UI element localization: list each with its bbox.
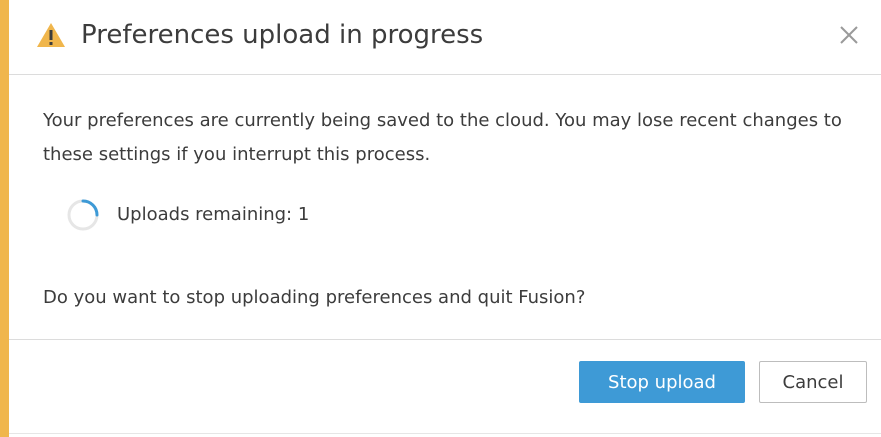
close-icon[interactable] xyxy=(835,21,863,49)
quit-question: Do you want to stop uploading preference… xyxy=(43,287,586,308)
warning-accent-bar xyxy=(0,0,9,437)
stop-upload-button[interactable]: Stop upload xyxy=(579,361,745,403)
cancel-button[interactable]: Cancel xyxy=(759,361,867,403)
warning-icon xyxy=(37,23,65,47)
uploads-remaining-status: Uploads remaining: 1 xyxy=(117,204,310,225)
upload-dialog: Preferences upload in progress Your pref… xyxy=(0,0,881,437)
dialog-header: Preferences upload in progress xyxy=(9,0,881,75)
spinner-icon xyxy=(67,199,99,231)
dialog-footer: Stop upload Cancel xyxy=(9,339,881,437)
dialog-title: Preferences upload in progress xyxy=(81,20,484,50)
bottom-divider xyxy=(9,433,881,434)
dialog-message: Your preferences are currently being sav… xyxy=(43,110,842,165)
